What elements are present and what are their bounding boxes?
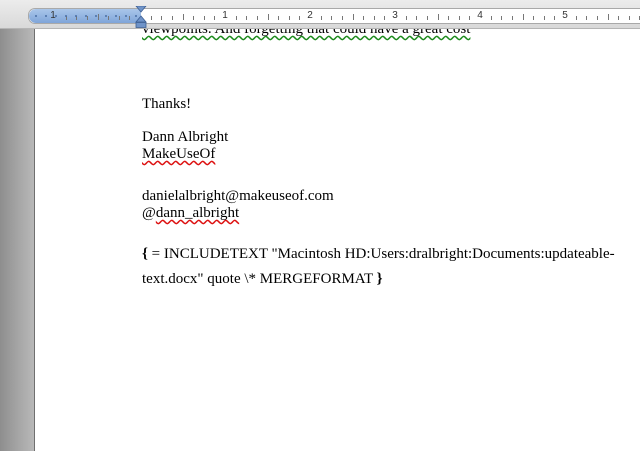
thanks-line: Thanks! xyxy=(142,96,192,112)
ruler-tick xyxy=(448,16,449,20)
ruler-number: 4 xyxy=(477,10,483,21)
ruler-tick xyxy=(236,16,237,20)
ruler-tick xyxy=(608,14,609,20)
ruler-track[interactable]: 1 1 2 3 4 5 xyxy=(28,8,640,24)
signature-org: MakeUseOf xyxy=(142,146,216,162)
handle-at: @ xyxy=(142,205,156,221)
document-page[interactable]: viewpoints. And forgetting that could ha… xyxy=(35,29,640,451)
ruler-tick xyxy=(501,16,502,20)
ruler-margin-dot xyxy=(115,15,117,17)
ruler-tick xyxy=(629,16,630,20)
ruler-tick xyxy=(331,16,332,20)
ruler-margin-dot xyxy=(55,15,57,17)
ruler-tick xyxy=(193,16,194,20)
ruler-margin-dot xyxy=(45,15,47,17)
ruler-tick xyxy=(438,14,439,20)
ruler-tick xyxy=(416,16,417,20)
ruler-tick xyxy=(299,16,300,20)
ruler-tick xyxy=(384,16,385,20)
ruler-tick xyxy=(257,16,258,20)
ruler-tick xyxy=(87,16,88,20)
ruler-tick xyxy=(491,16,492,20)
ruler-tick xyxy=(586,16,587,20)
ruler-tick xyxy=(576,16,577,20)
ruler-tick xyxy=(597,16,598,20)
field-close-brace: } xyxy=(376,271,383,287)
field-code-line-1: { = INCLUDETEXT "Macintosh HD:Users:dral… xyxy=(142,245,615,263)
cut-off-text-line: viewpoints. And forgetting that could ha… xyxy=(142,29,470,38)
field-code-line-2: text.docx" quote \* MERGEFORMAT } xyxy=(142,270,383,288)
ruler-tick xyxy=(108,16,109,20)
indent-marker-icon[interactable] xyxy=(135,6,147,28)
ruler-tick xyxy=(533,16,534,20)
ruler-margin-dot xyxy=(75,15,77,17)
ruler-tick xyxy=(161,16,162,20)
ruler-tick xyxy=(268,14,269,20)
ruler-tick xyxy=(618,16,619,20)
ruler-number: 1 xyxy=(222,10,228,21)
ruler-tick xyxy=(289,16,290,20)
ruler-tick xyxy=(321,16,322,20)
ruler-tick xyxy=(151,16,152,20)
ruler-tick xyxy=(342,16,343,20)
ruler-tick xyxy=(353,14,354,20)
ruler-tick xyxy=(246,16,247,20)
ruler-margin-dot xyxy=(65,15,67,17)
ruler-tick xyxy=(374,16,375,20)
ruler-tick xyxy=(459,16,460,20)
handle-line: @dann_albright xyxy=(142,204,239,222)
ruler-tick xyxy=(204,16,205,20)
ruler-tick xyxy=(544,16,545,20)
ruler-tick xyxy=(363,16,364,20)
cut-off-text: viewpoints. And forgetting that could ha… xyxy=(142,29,471,37)
ruler-tick xyxy=(406,16,407,20)
ruler-margin-dot xyxy=(35,15,37,17)
handle-name: dann_albright xyxy=(155,205,240,221)
ruler-tick xyxy=(183,14,184,20)
ruler-tick xyxy=(172,16,173,20)
ruler-tick xyxy=(523,14,524,20)
ruler-number: 2 xyxy=(307,10,313,21)
ruler-margin-dot xyxy=(105,15,107,17)
ruler-margin-dot xyxy=(125,15,127,17)
ruler-tick xyxy=(469,16,470,20)
field-code-text-1: = INCLUDETEXT "Macintosh HD:Users:dralbr… xyxy=(147,246,615,262)
ruler-number: 3 xyxy=(392,10,398,21)
ruler-number: 5 xyxy=(562,10,568,21)
ruler-margin-dot xyxy=(95,15,97,17)
ruler-tick xyxy=(129,16,130,20)
ruler-tick xyxy=(554,16,555,20)
ruler-tick xyxy=(427,16,428,20)
ruler-tick xyxy=(512,16,513,20)
signature-org-line: MakeUseOf xyxy=(142,145,215,163)
email-line: danielalbright@makeuseof.com xyxy=(142,188,334,204)
left-gutter xyxy=(0,29,35,451)
signature-name: Dann Albright xyxy=(142,129,229,145)
ruler-tick xyxy=(278,16,279,20)
ruler-tick xyxy=(214,16,215,20)
ruler-tick xyxy=(119,16,120,20)
horizontal-ruler[interactable]: 1 1 2 3 4 5 xyxy=(0,0,640,29)
field-code-text-2: text.docx" quote \* MERGEFORMAT xyxy=(142,271,377,287)
ruler-tick xyxy=(98,14,99,20)
ruler-margin-dot xyxy=(85,15,87,17)
